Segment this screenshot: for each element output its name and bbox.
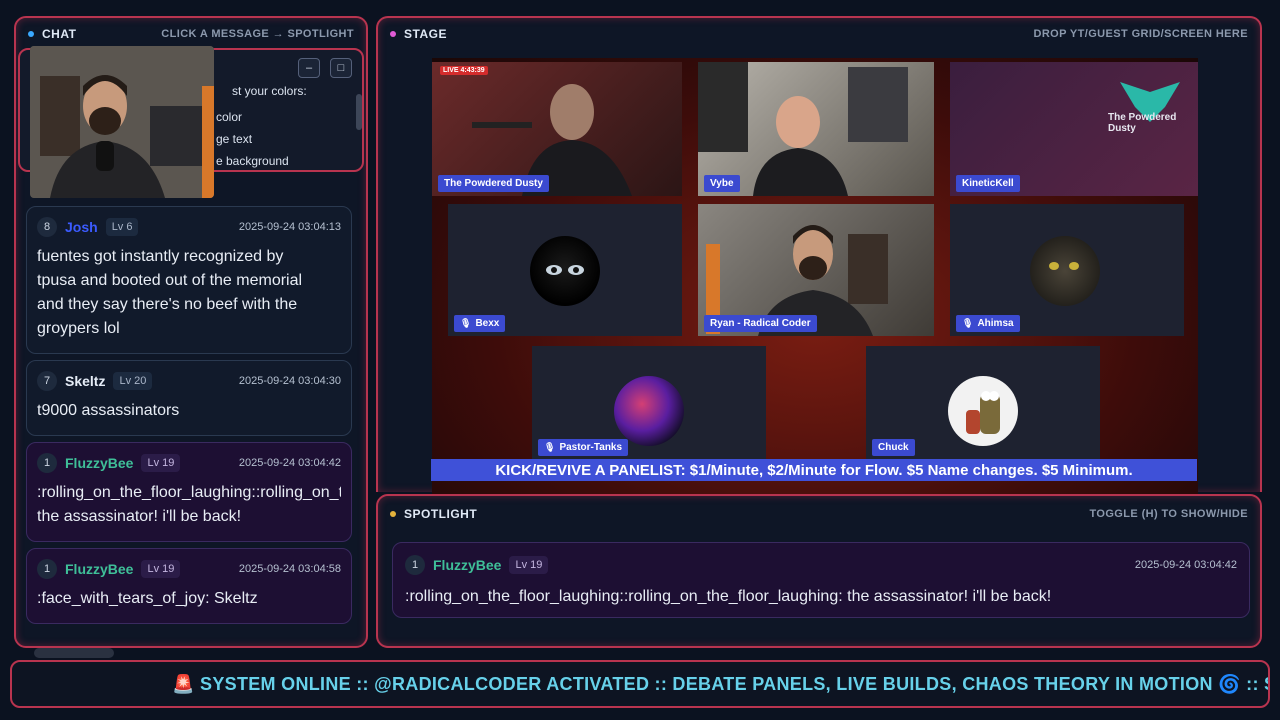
mic-muted-icon: 🎙 [544, 442, 556, 452]
message-number-badge: 8 [37, 217, 57, 237]
spotlight-dot-icon [390, 511, 396, 517]
cat-avatar-image [546, 265, 584, 275]
panelist-tile[interactable]: Vybe [698, 62, 934, 196]
message-number-badge: 1 [37, 559, 57, 579]
chat-title: CHAT [42, 27, 77, 41]
message-text: :rolling_on_the_floor_laughing::rolling_… [405, 588, 1052, 605]
stage-title: STAGE [404, 27, 447, 41]
timestamp: 2025-09-24 03:04:13 [238, 221, 341, 233]
message-text: fuentes got instantly recognized by tpus… [37, 248, 303, 337]
username: Josh [65, 219, 98, 235]
spotlight-header: SPOTLIGHT TOGGLE (H) TO SHOW/HIDE [378, 498, 1260, 530]
panelist-name-label: KineticKell [956, 175, 1020, 192]
kick-revive-banner: KICK/REVIVE A PANELIST: $1/Minute, $2/Mi… [431, 459, 1197, 481]
message-number-badge: 7 [37, 371, 57, 391]
mic-muted-icon: 🎙 [460, 318, 472, 328]
panelist-tile[interactable]: 🎙 Pastor-Tanks [532, 346, 766, 460]
news-ticker: 🚨 SYSTEM ONLINE :: @RADICALCODER ACTIVAT… [10, 660, 1270, 708]
popup-line: color [216, 110, 243, 124]
popup-scrollbar[interactable] [356, 94, 362, 130]
level-badge: Lv 6 [105, 218, 139, 236]
puppet-avatar-image [966, 391, 1000, 434]
panelist-name-label: Vybe [704, 175, 740, 192]
popup-line: ge text [216, 132, 253, 146]
username: FluzzyBee [433, 557, 502, 573]
stage-panel: STAGE DROP YT/GUEST GRID/SCREEN HERE LIV… [376, 16, 1262, 500]
chat-message[interactable]: 1 FluzzyBee Lv 19 2025-09-24 03:04:42 :r… [26, 442, 352, 542]
cat-avatar-image [1049, 262, 1079, 270]
timestamp: 2025-09-24 03:04:42 [238, 457, 341, 469]
panelist-tile[interactable]: Ryan - Radical Coder [698, 204, 934, 336]
message-text: t9000 assassinators [37, 402, 180, 419]
stage-hint: DROP YT/GUEST GRID/SCREEN HERE [1033, 28, 1248, 40]
chat-message[interactable]: 1 FluzzyBee Lv 19 2025-09-24 03:04:58 :f… [26, 548, 352, 624]
spotlight-message[interactable]: 1 FluzzyBee Lv 19 2025-09-24 03:04:42 :r… [392, 542, 1250, 618]
panelist-name-label: Chuck [872, 439, 915, 456]
panelist-tile[interactable]: 🎙 Ahimsa [950, 204, 1184, 336]
level-badge: Lv 19 [509, 556, 549, 574]
panelist-name-label: 🎙 Ahimsa [956, 315, 1020, 332]
panelist-avatar [948, 376, 1018, 446]
ticker-text: 🚨 SYSTEM ONLINE :: @RADICALCODER ACTIVAT… [172, 674, 1268, 694]
level-badge: Lv 19 [141, 454, 181, 472]
level-badge: Lv 20 [113, 372, 153, 390]
spotlight-title: SPOTLIGHT [404, 507, 478, 521]
live-indicator: LIVE 4:43:39 [440, 66, 488, 75]
message-number-badge: 1 [405, 555, 425, 575]
message-text: :rolling_on_the_floor_laughing::rolling_… [37, 484, 341, 525]
chat-horizontal-scrollbar[interactable] [34, 648, 114, 658]
chat-message[interactable]: 8 Josh Lv 6 2025-09-24 03:04:13 fuentes … [26, 206, 352, 354]
spotlight-hint: TOGGLE (H) TO SHOW/HIDE [1089, 508, 1248, 520]
level-badge: Lv 19 [141, 560, 181, 578]
panelist-name-label: Ryan - Radical Coder [704, 315, 817, 332]
stage-header: STAGE DROP YT/GUEST GRID/SCREEN HERE [378, 18, 1260, 50]
panelist-tile[interactable]: LIVE 4:43:39 The Powdered Dusty [432, 62, 682, 196]
panelist-avatar [614, 376, 684, 446]
panelist-avatar [1030, 236, 1100, 306]
siren-icon: 🚨 [172, 674, 195, 694]
username: FluzzyBee [65, 561, 134, 577]
popup-line: st your colors: [232, 84, 307, 98]
chat-message[interactable]: 7 Skeltz Lv 20 2025-09-24 03:04:30 t9000… [26, 360, 352, 436]
username: FluzzyBee [65, 455, 134, 471]
swirl-icon: 🌀 [1218, 674, 1241, 694]
username: Skeltz [65, 373, 106, 389]
panelist-tile[interactable]: 🎙 Bexx [448, 204, 682, 336]
mic-muted-icon: 🎙 [962, 318, 974, 328]
minimize-button[interactable]: – [298, 58, 320, 78]
timestamp: 2025-09-24 03:04:58 [238, 563, 341, 575]
webcam-overlay [30, 46, 214, 198]
popup-line: e background [216, 154, 289, 168]
stage-video-area[interactable]: LIVE 4:43:39 The Powdered Dusty Vybe The… [432, 58, 1198, 500]
panelist-avatar [530, 236, 600, 306]
spotlight-panel: SPOTLIGHT TOGGLE (H) TO SHOW/HIDE 1 Fluz… [376, 494, 1262, 648]
timestamp: 2025-09-24 03:04:30 [238, 375, 341, 387]
watermark-text: The Powdered Dusty [1108, 112, 1177, 134]
message-text: :face_with_tears_of_joy: Skeltz [37, 590, 258, 607]
panelist-tile[interactable]: Chuck [866, 346, 1100, 460]
panelist-tile[interactable]: The Powdered Dusty KineticKell [950, 62, 1198, 196]
webcam-person-image [30, 46, 214, 198]
maximize-button[interactable]: □ [330, 58, 352, 78]
message-number-badge: 1 [37, 453, 57, 473]
panelist-name-label: 🎙 Bexx [454, 315, 506, 332]
panelist-name-label: 🎙 Pastor-Tanks [538, 439, 629, 456]
timestamp: 2025-09-24 03:04:42 [1134, 559, 1237, 571]
chat-dot-icon [28, 31, 34, 37]
stage-dot-icon [390, 31, 396, 37]
panelist-name-label: The Powdered Dusty [438, 175, 549, 192]
chat-hint: CLICK A MESSAGE → SPOTLIGHT [161, 28, 354, 40]
